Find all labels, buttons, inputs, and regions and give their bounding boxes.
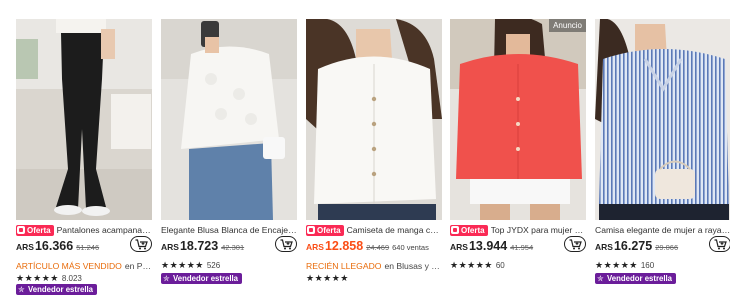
offer-tag-icon — [17, 226, 25, 234]
currency: ARS — [450, 242, 468, 252]
product-grid: Oferta Pantalones acampanados el... ARS … — [16, 19, 730, 296]
new-arrival-line[interactable]: RECIÉN LLEGADO en Blusas y camisa... — [306, 260, 442, 271]
rank-line[interactable]: ARTÍCULO MÁS VENDIDO en Pantal... — [16, 260, 152, 271]
seller-label: Vendedor estrella — [173, 274, 239, 283]
old-price: 42.301 — [221, 243, 245, 252]
add-to-cart-button[interactable] — [709, 236, 730, 252]
price: 16.275 — [613, 239, 653, 253]
offer-badge: Oferta — [450, 224, 488, 236]
rating-row: ★★★★★ — [306, 273, 442, 284]
sold-count: 640 ventas — [392, 243, 429, 252]
rating-stars: ★★★★★ — [306, 273, 349, 283]
product-image[interactable] — [161, 19, 297, 220]
review-count: 60 — [495, 261, 505, 270]
red-linen-top-photo — [450, 19, 586, 220]
product-card[interactable]: Oferta Pantalones acampanados el... ARS … — [16, 19, 152, 296]
offer-badge: Oferta — [306, 224, 344, 236]
star-seller-badge: ✮ Vendedor estrella — [16, 284, 98, 295]
bestseller-label: ARTÍCULO MÁS VENDIDO — [16, 260, 122, 271]
add-to-cart-icon — [714, 238, 727, 249]
currency: ARS — [16, 242, 34, 252]
rating-stars: ★★★★★ — [16, 273, 59, 283]
offer-label: Oferta — [27, 225, 51, 235]
product-title[interactable]: Camiseta de manga corta co... — [347, 225, 442, 235]
product-title[interactable]: Pantalones acampanados el... — [57, 225, 152, 235]
product-title[interactable]: Top JYDX para mujer con bo... — [491, 225, 586, 235]
currency: ARS — [306, 242, 324, 252]
currency: ARS — [595, 242, 613, 252]
offer-label: Oferta — [317, 225, 341, 235]
add-to-cart-icon — [135, 238, 148, 249]
black-flare-pants-photo — [16, 19, 152, 220]
new-arrival-label: RECIÉN LLEGADO — [306, 260, 382, 271]
product-title[interactable]: Elegante Blusa Blanca de Encaje Bordad..… — [161, 225, 297, 235]
white-lace-blouse-photo — [161, 19, 297, 220]
old-price: 29.066 — [655, 243, 679, 252]
rating-row: ★★★★★ 8.023 — [16, 273, 152, 284]
product-card[interactable]: Elegante Blusa Blanca de Encaje Bordad..… — [161, 19, 297, 296]
star-seller-badge: ✮ Vendedor estrella — [161, 273, 243, 284]
price: 16.366 — [34, 239, 74, 253]
price-row: ARS 12.858 24.469 640 ventas — [306, 239, 442, 257]
old-price: 41.954 — [510, 243, 534, 252]
product-image[interactable]: Anuncio — [450, 19, 586, 220]
product-image[interactable] — [16, 19, 152, 220]
rating-row: ★★★★★ 526 — [161, 260, 297, 271]
review-count: 526 — [206, 261, 221, 270]
offer-tag-icon — [451, 226, 459, 234]
offer-tag-icon — [307, 226, 315, 234]
offer-label: Oferta — [461, 225, 485, 235]
star-seller-icon: ✮ — [597, 273, 604, 283]
rating-row: ★★★★★ 160 — [595, 260, 730, 271]
old-price: 51.246 — [76, 243, 100, 252]
product-image[interactable] — [306, 19, 442, 220]
add-to-cart-icon — [280, 238, 293, 249]
white-button-shirt-photo — [306, 19, 442, 220]
ad-badge: Anuncio — [549, 19, 586, 32]
add-to-cart-button[interactable] — [130, 236, 152, 252]
star-seller-badge: ✮ Vendedor estrella — [595, 273, 677, 284]
rating-stars: ★★★★★ — [595, 260, 638, 270]
category-link[interactable]: en Blusas y camisa... — [384, 261, 442, 271]
add-to-cart-button[interactable] — [275, 236, 297, 252]
seller-label: Vendedor estrella — [28, 285, 94, 294]
review-count: 160 — [640, 261, 655, 270]
rating-stars: ★★★★★ — [450, 260, 493, 270]
price: 18.723 — [179, 239, 219, 253]
category-link[interactable]: en Pantal... — [125, 261, 152, 271]
add-to-cart-button[interactable] — [564, 236, 586, 252]
product-title[interactable]: Camisa elegante de mujer a rayas par... — [595, 225, 730, 235]
review-count: 8.023 — [61, 274, 82, 283]
price: 12.858 — [324, 239, 364, 253]
price: 13.944 — [468, 239, 508, 253]
star-seller-icon: ✮ — [18, 284, 25, 294]
product-card[interactable]: Camisa elegante de mujer a rayas par... … — [595, 19, 730, 296]
product-image[interactable] — [595, 19, 730, 220]
star-seller-icon: ✮ — [163, 273, 170, 283]
product-card[interactable]: Anuncio Oferta Top JYDX para mujer con b… — [450, 19, 586, 296]
old-price: 24.469 — [366, 243, 390, 252]
rating-stars: ★★★★★ — [161, 260, 204, 270]
product-card[interactable]: Oferta Camiseta de manga corta co... ARS… — [306, 19, 442, 296]
offer-badge: Oferta — [16, 224, 54, 236]
add-to-cart-icon — [569, 238, 582, 249]
rating-row: ★★★★★ 60 — [450, 260, 586, 271]
seller-label: Vendedor estrella — [607, 274, 673, 283]
currency: ARS — [161, 242, 179, 252]
blue-striped-shirt-photo — [595, 19, 730, 220]
